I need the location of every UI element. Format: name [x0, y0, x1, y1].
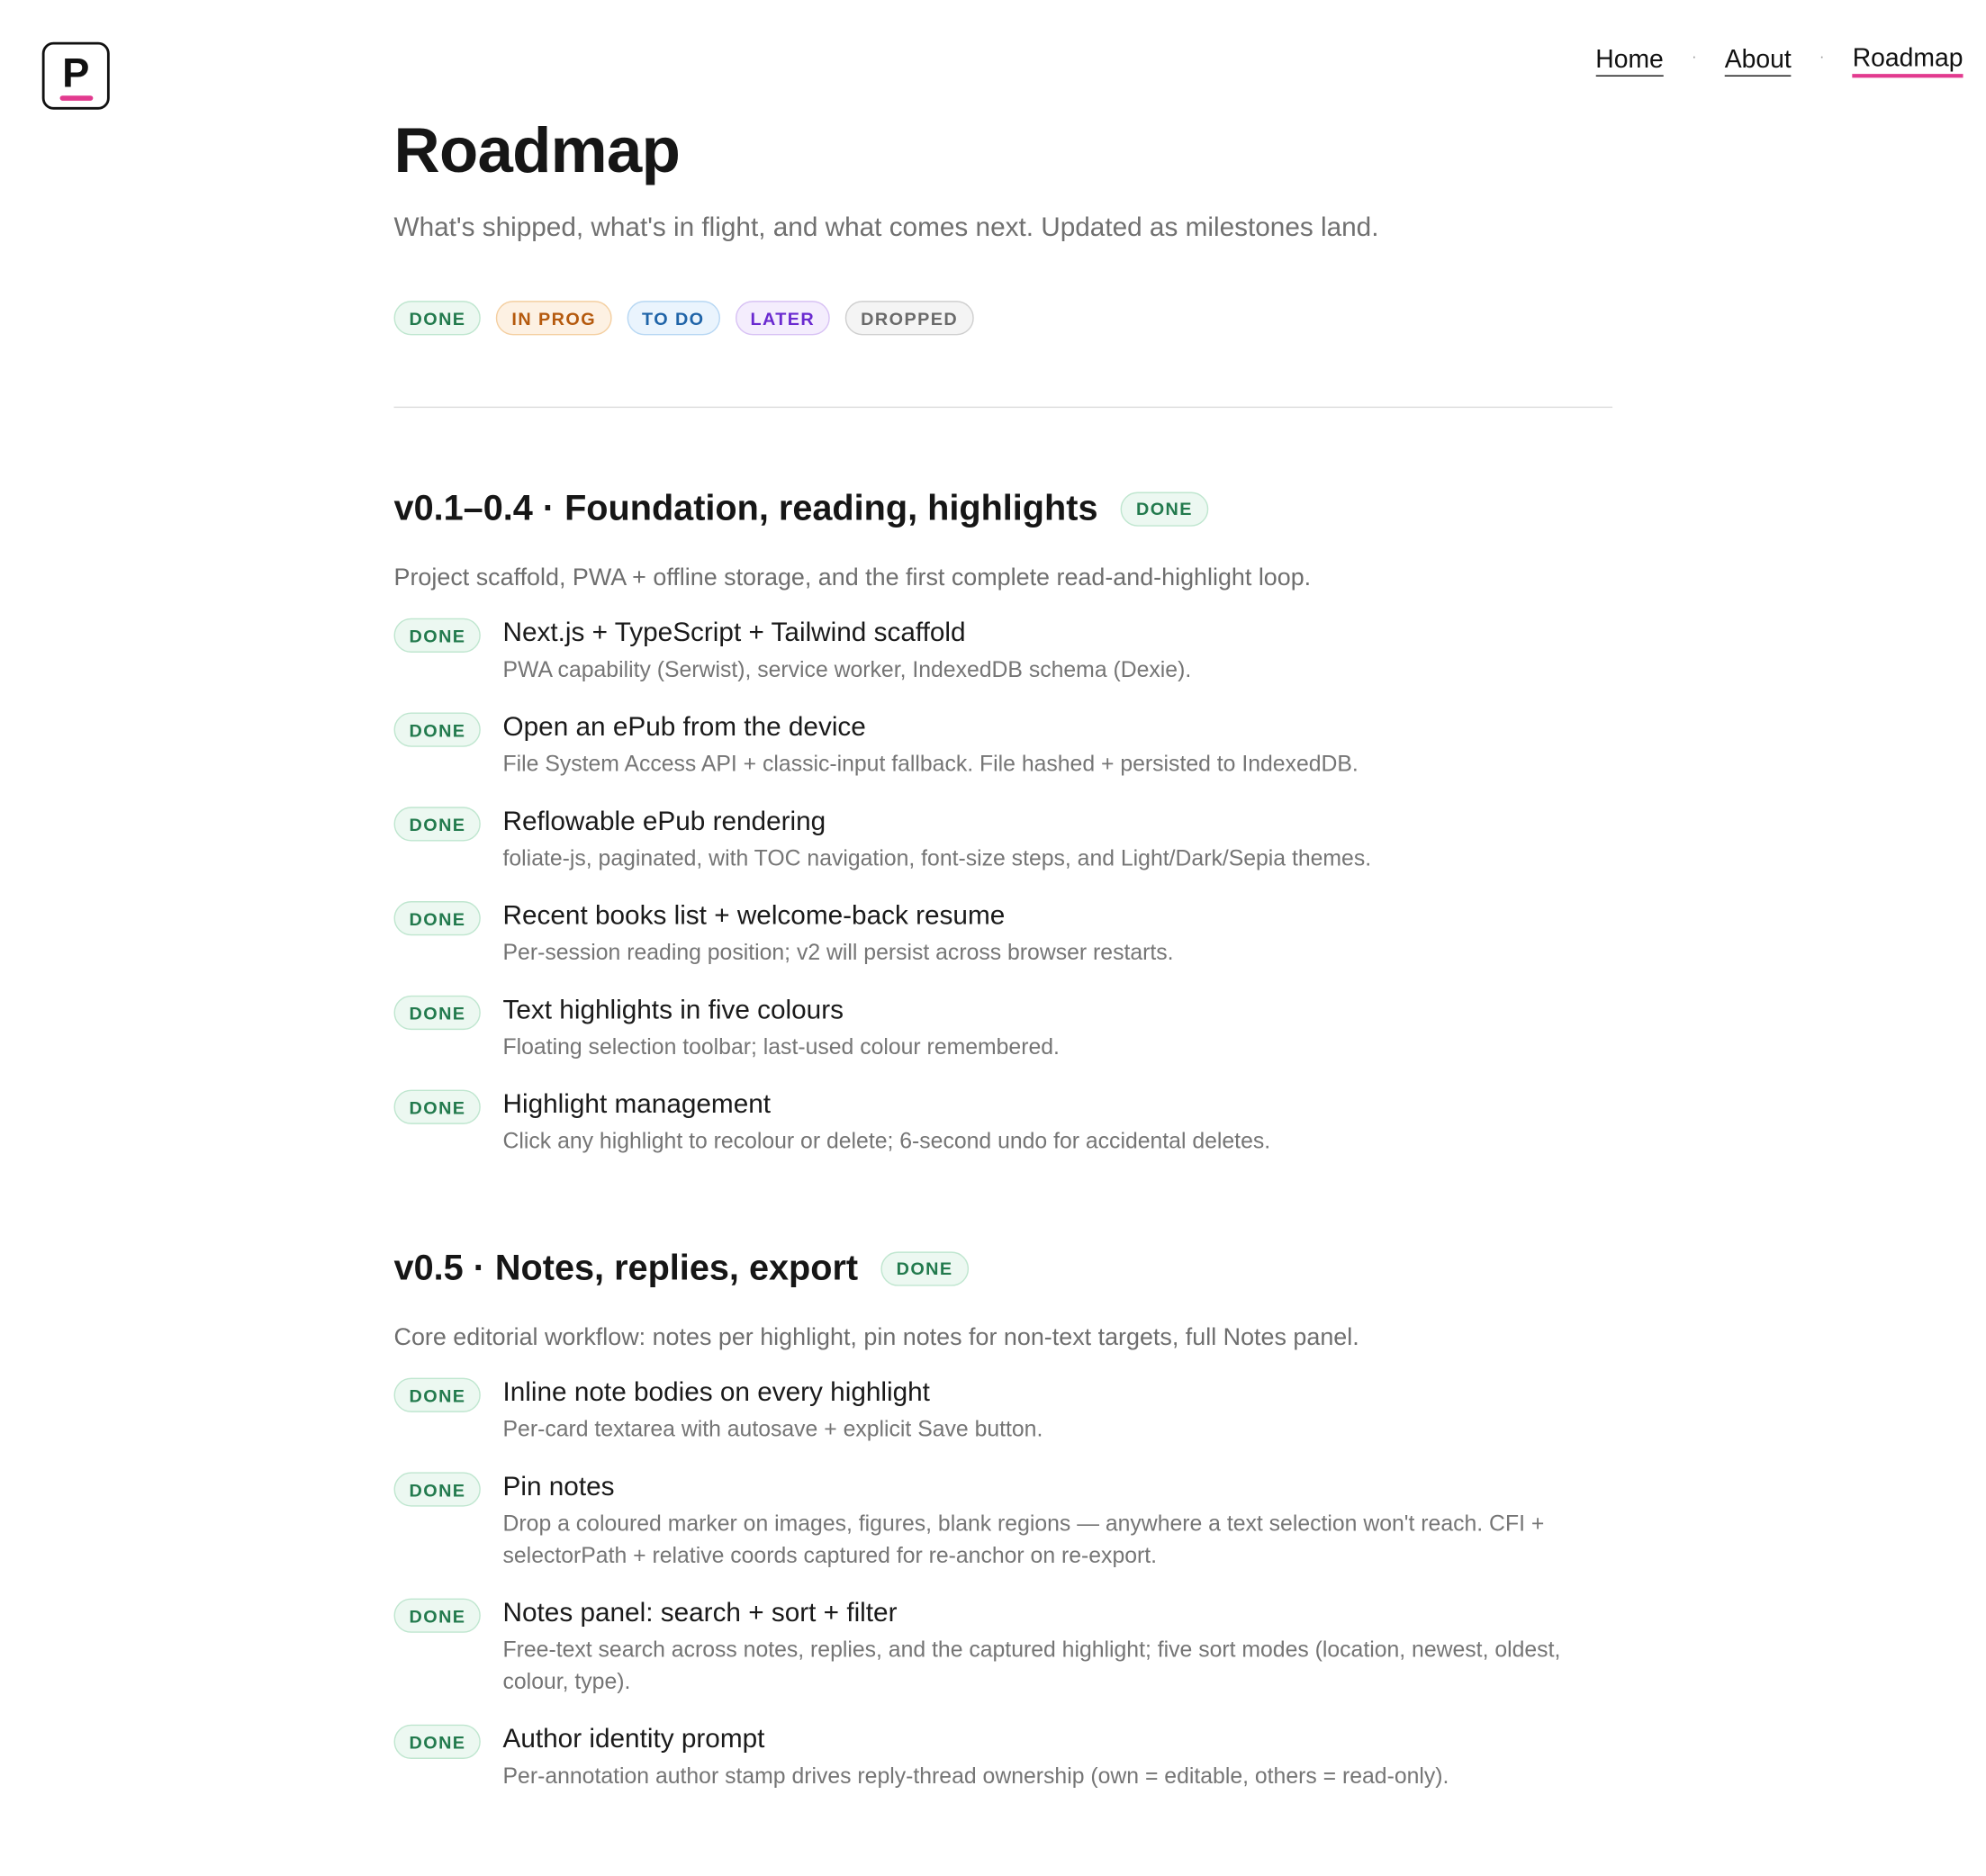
- section-status-badge: DONE: [880, 1250, 969, 1285]
- legend-badge-done: DONE: [393, 301, 482, 336]
- item-status-badge: DONE: [393, 1724, 482, 1759]
- item-title: Pin notes: [502, 1472, 615, 1502]
- page: P Home · About · Roadmap Roadmap What's …: [0, 0, 1986, 1876]
- section-title: v0.5 · Notes, replies, export: [393, 1248, 859, 1288]
- logo-underline: [59, 95, 93, 101]
- item-description: PWA capability (Serwist), service worker…: [502, 656, 1192, 682]
- section-header: v0.5 · Notes, replies, export DONE: [394, 1247, 1613, 1290]
- roadmap-item: DONE Notes panel: search + sort + filter…: [393, 1597, 1613, 1698]
- legend-badge-dropped: DROPPED: [845, 301, 974, 336]
- roadmap-item-list: DONE Next.js + TypeScript + Tailwind sca…: [393, 617, 1613, 1157]
- section-title: v0.1–0.4 · Foundation, reading, highligh…: [393, 488, 1098, 528]
- item-title: Notes panel: search + sort + filter: [502, 1598, 898, 1628]
- item-title: Reflowable ePub rendering: [502, 807, 826, 836]
- item-description: Free-text search across notes, replies, …: [502, 1637, 1561, 1694]
- nav-roadmap-link[interactable]: Roadmap: [1852, 43, 1963, 78]
- item-description: File System Access API + classic-input f…: [502, 750, 1359, 777]
- item-body: Highlight management Click any highlight…: [503, 1088, 1613, 1157]
- item-body: Pin notes Drop a coloured marker on imag…: [503, 1471, 1613, 1572]
- item-body: Reflowable ePub rendering foliate-js, pa…: [503, 806, 1613, 874]
- item-status-badge: DONE: [393, 995, 482, 1031]
- section-header: v0.1–0.4 · Foundation, reading, highligh…: [394, 487, 1613, 530]
- item-body: Inline note bodies on every highlight Pe…: [503, 1376, 1613, 1445]
- roadmap-item: DONE Open an ePub from the device File S…: [393, 711, 1613, 780]
- nav-separator: ·: [1691, 46, 1697, 65]
- logo[interactable]: P: [41, 41, 110, 110]
- item-description: Floating selection toolbar; last-used co…: [502, 1033, 1060, 1060]
- roadmap-item: DONE Reflowable ePub rendering foliate-j…: [393, 806, 1613, 874]
- item-description: Per-annotation author stamp drives reply…: [502, 1763, 1449, 1789]
- nav-separator: ·: [1819, 46, 1825, 65]
- item-description: Per-session reading position; v2 will pe…: [502, 939, 1174, 965]
- roadmap-item: DONE Inline note bodies on every highlig…: [393, 1376, 1613, 1445]
- top-nav: Home · About · Roadmap: [1595, 43, 1963, 78]
- section-status-badge: DONE: [1120, 491, 1208, 527]
- legend-badge-todo: TO DO: [627, 301, 720, 336]
- roadmap-item-list: DONE Inline note bodies on every highlig…: [393, 1376, 1613, 1792]
- section-description: Project scaffold, PWA + offline storage,…: [393, 564, 1312, 591]
- item-title: Next.js + TypeScript + Tailwind scaffold: [502, 618, 966, 648]
- roadmap-item: DONE Highlight management Click any high…: [393, 1088, 1613, 1157]
- item-body: Recent books list + welcome-back resume …: [503, 900, 1613, 969]
- page-subtitle: What's shipped, what's in flight, and wh…: [393, 212, 1379, 243]
- status-legend: DONE IN PROG TO DO LATER DROPPED: [393, 301, 1613, 336]
- item-title: Text highlights in five colours: [502, 995, 844, 1025]
- nav-home-link[interactable]: Home: [1595, 45, 1664, 77]
- item-body: Open an ePub from the device File System…: [503, 711, 1613, 780]
- item-body: Next.js + TypeScript + Tailwind scaffold…: [503, 617, 1613, 685]
- item-title: Recent books list + welcome-back resume: [502, 901, 1006, 931]
- page-title: Roadmap: [393, 114, 681, 186]
- item-status-badge: DONE: [393, 807, 482, 842]
- item-title: Highlight management: [502, 1089, 772, 1120]
- item-body: Notes panel: search + sort + filter Free…: [503, 1597, 1613, 1698]
- item-title: Open an ePub from the device: [502, 712, 866, 743]
- section-description: Core editorial workflow: notes per highl…: [393, 1324, 1359, 1351]
- item-status-badge: DONE: [393, 1598, 482, 1633]
- legend-badge-later: LATER: [735, 301, 831, 336]
- item-description: Drop a coloured marker on images, figure…: [502, 1510, 1545, 1568]
- item-description: foliate-js, paginated, with TOC navigati…: [502, 844, 1372, 871]
- item-status-badge: DONE: [393, 901, 482, 936]
- roadmap-item: DONE Text highlights in five colours Flo…: [393, 994, 1613, 1062]
- item-title: Author identity prompt: [502, 1724, 765, 1754]
- roadmap-item: DONE Pin notes Drop a coloured marker on…: [393, 1471, 1613, 1572]
- milestone-section: v0.5 · Notes, replies, export DONE Core …: [393, 1247, 1613, 1792]
- divider: [393, 406, 1613, 409]
- item-description: Click any highlight to recolour or delet…: [502, 1128, 1271, 1154]
- milestone-section: v0.1–0.4 · Foundation, reading, highligh…: [393, 487, 1613, 1158]
- logo-letter: P: [62, 50, 90, 96]
- roadmap-item: DONE Author identity prompt Per-annotati…: [393, 1723, 1613, 1791]
- item-body: Author identity prompt Per-annotation au…: [503, 1723, 1613, 1791]
- nav-about-link[interactable]: About: [1724, 45, 1792, 77]
- item-status-badge: DONE: [393, 1377, 482, 1412]
- item-description: Per-card textarea with autosave + explic…: [502, 1416, 1043, 1442]
- main-content: Roadmap What's shipped, what's in flight…: [393, 113, 1613, 1818]
- roadmap-item: DONE Next.js + TypeScript + Tailwind sca…: [393, 617, 1613, 685]
- item-status-badge: DONE: [393, 1472, 482, 1507]
- item-title: Inline note bodies on every highlight: [502, 1377, 930, 1408]
- item-body: Text highlights in five colours Floating…: [503, 994, 1613, 1062]
- legend-badge-in-progress: IN PROG: [496, 301, 612, 336]
- item-status-badge: DONE: [393, 1089, 482, 1124]
- item-status-badge: DONE: [393, 618, 482, 653]
- roadmap-item: DONE Recent books list + welcome-back re…: [393, 900, 1613, 969]
- item-status-badge: DONE: [393, 712, 482, 747]
